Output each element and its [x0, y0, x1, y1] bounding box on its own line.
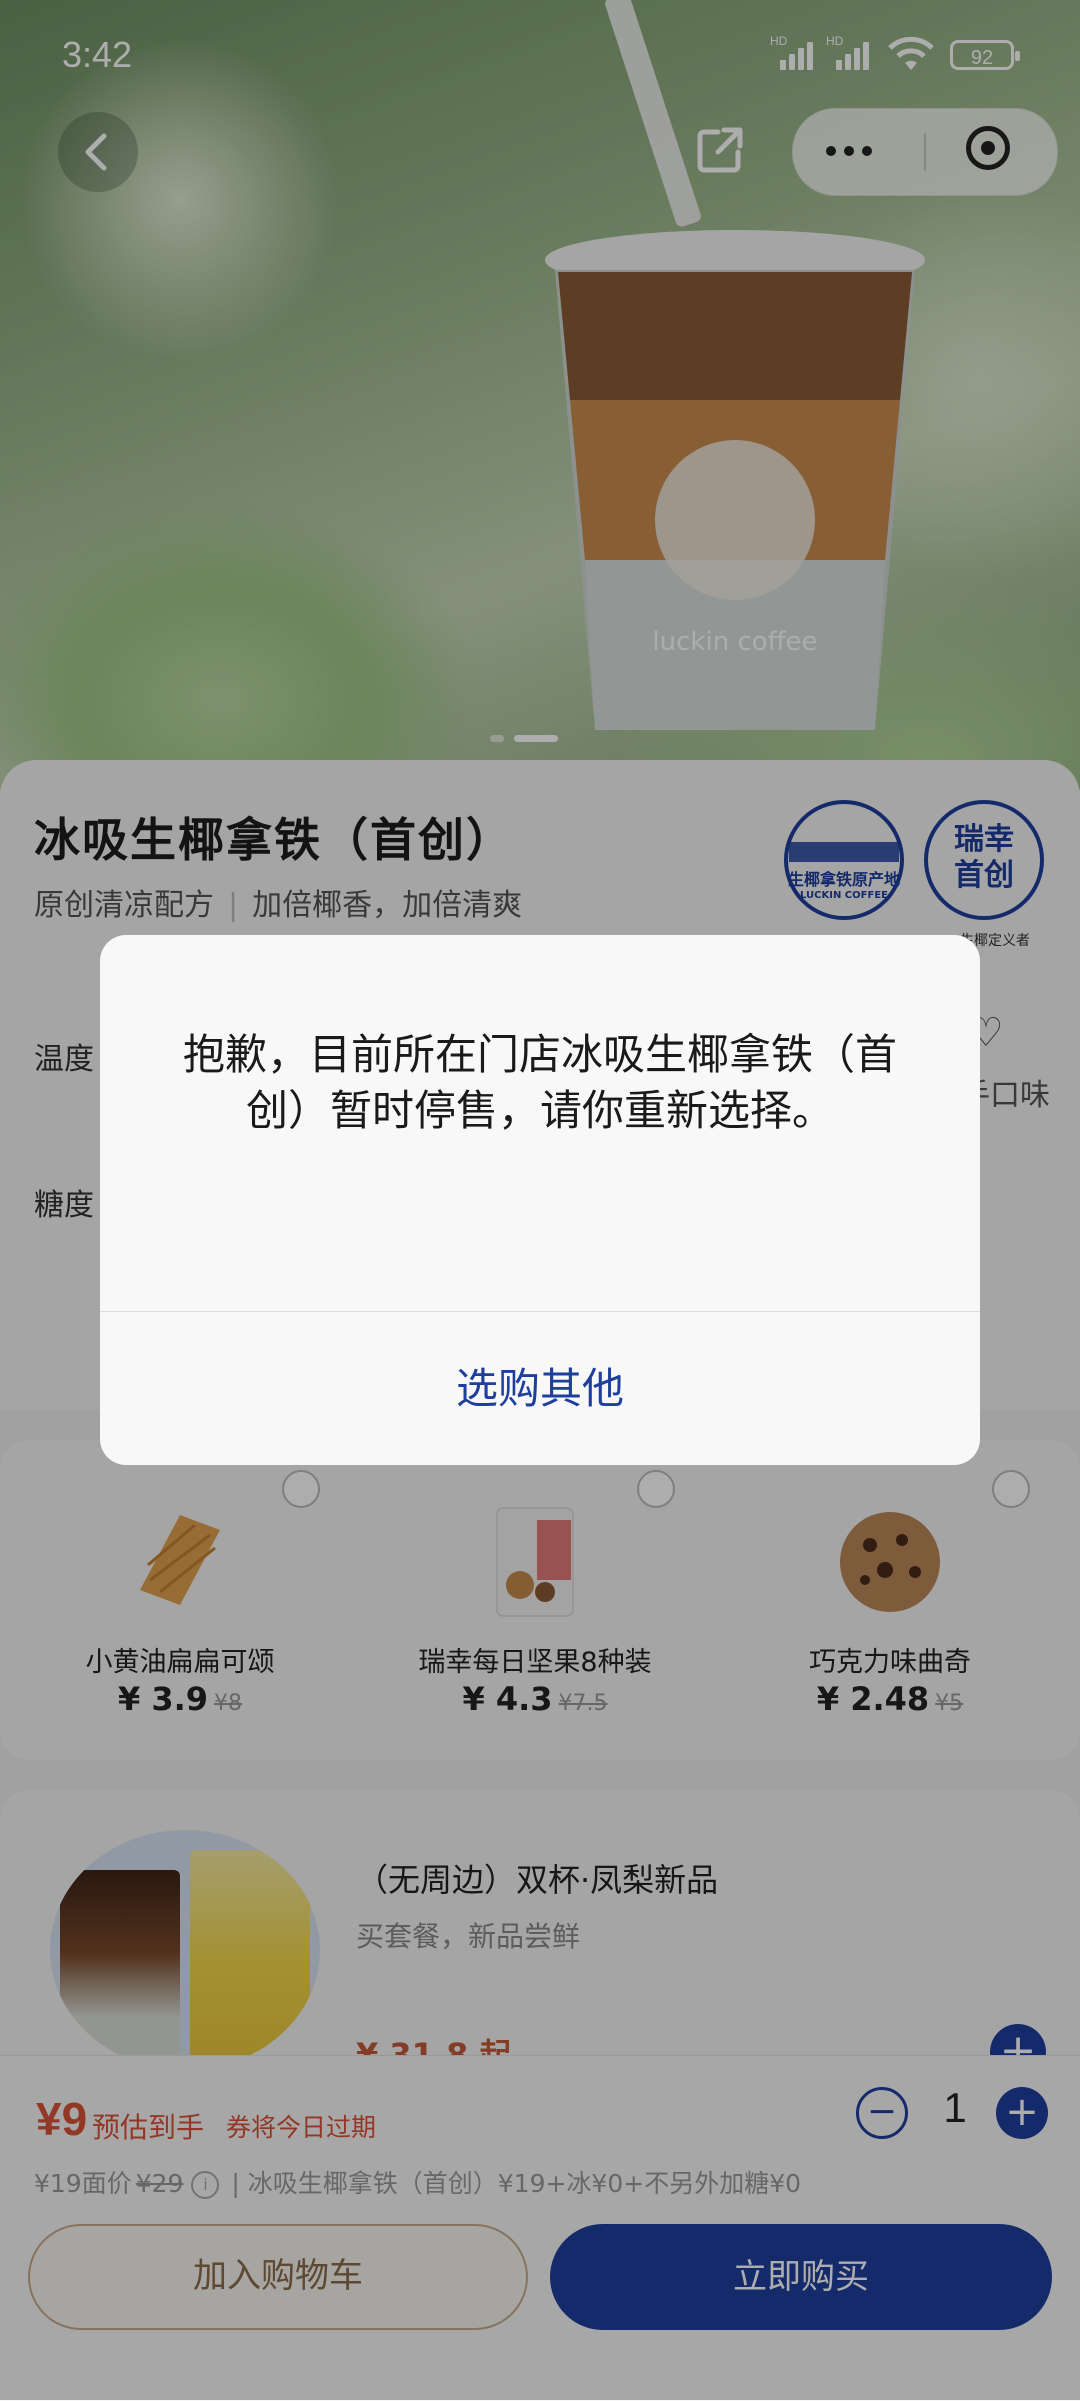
sold-out-dialog: 抱歉，目前所在门店冰吸生椰拿铁（首创）暂时停售，请你重新选择。 选购其他	[100, 935, 980, 1465]
choose-other-button[interactable]: 选购其他	[100, 1312, 980, 1465]
dialog-message: 抱歉，目前所在门店冰吸生椰拿铁（首创）暂时停售，请你重新选择。	[182, 1030, 897, 1135]
